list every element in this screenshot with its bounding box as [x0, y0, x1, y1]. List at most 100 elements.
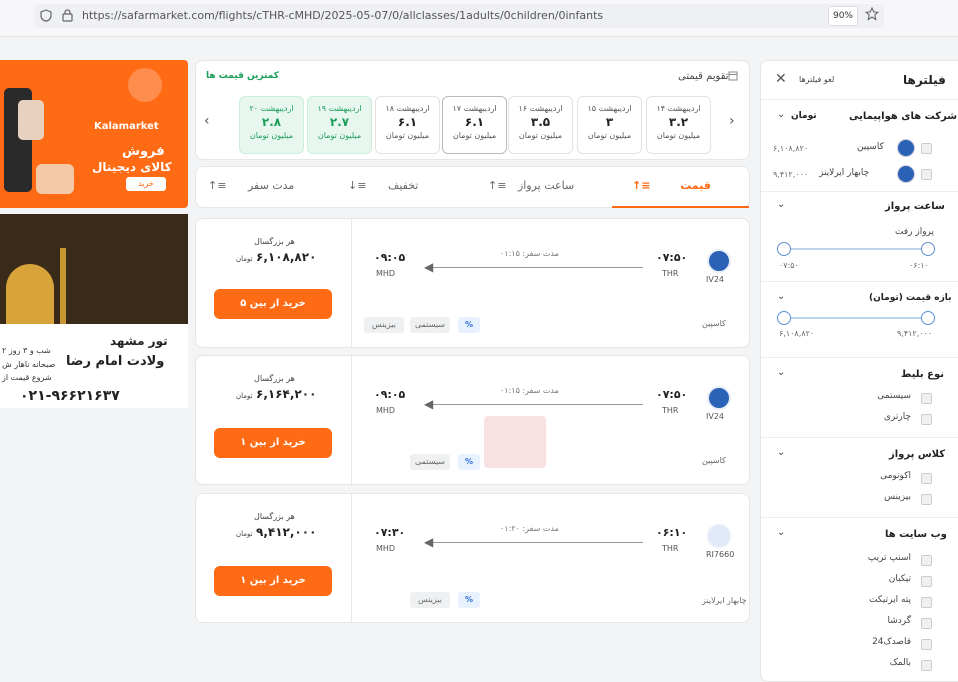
calendar-day-unit: میلیون تومان	[656, 131, 701, 140]
divider	[761, 357, 958, 358]
filters-title: فیلترها	[903, 73, 946, 87]
calendar-day-price: ۶.۱	[464, 115, 485, 129]
chevron-down-icon: ⌄	[291, 328, 301, 339]
chevron-down-icon[interactable]: ⌄	[777, 109, 785, 120]
calendar-day-unit: میلیون تومان	[518, 131, 563, 140]
time-slider-max-handle[interactable]	[921, 242, 935, 256]
time-slider-min-handle[interactable]	[777, 242, 791, 256]
ticket-filter-title[interactable]: نوع بلیط	[901, 369, 944, 380]
calendar-day[interactable]: ۱۸ اردیبهشت ۶.۱ میلیون تومان	[375, 96, 440, 154]
calendar-day[interactable]: ۱۵ اردیبهشت ۳ میلیون تومان	[577, 96, 642, 154]
price-filter-title[interactable]: بازه قیمت (تومان)	[869, 293, 952, 303]
airline-logo	[897, 139, 915, 157]
clear-filters[interactable]: لغو فیلترها	[799, 75, 834, 84]
calendar-day-date: ۱۹ اردیبهشت	[317, 104, 362, 113]
close-icon[interactable]: ✕	[775, 71, 787, 87]
chevron-right-icon[interactable]: ›	[729, 113, 735, 129]
airlines-filter-title[interactable]: شرکت های هواپیمایی	[849, 111, 957, 122]
price-max: ۹,۴۱۲,۰۰۰	[897, 329, 933, 338]
airline-logo	[707, 249, 731, 273]
time-max: ۰۶:۱۰	[909, 261, 929, 270]
filter-checkbox[interactable]	[921, 494, 932, 505]
buy-button[interactable]: خرید از بین ۱ وبسایت ⌄	[214, 428, 332, 478]
chevron-down-icon[interactable]: ⌄	[777, 527, 785, 538]
divider	[761, 437, 958, 438]
route-line	[430, 404, 643, 405]
tour-phone[interactable]: ۰۲۱-۹۶۶۲۱۶۳۷	[20, 388, 120, 404]
chevron-left-icon[interactable]: ‹	[204, 113, 210, 129]
airline-checkbox[interactable]	[921, 143, 932, 154]
departure-time: ۰۷:۵۰	[656, 388, 688, 401]
filter-checkbox[interactable]	[921, 393, 932, 404]
sort-discount-tab[interactable]: ↓≡ تخفیف	[348, 179, 418, 192]
chevron-down-icon[interactable]: ⌄	[777, 447, 785, 458]
arrival-time: ۰۹:۰۵	[374, 251, 406, 264]
ad-buy-button[interactable]: خرید	[126, 177, 166, 191]
calendar-day-unit: میلیون تومان	[385, 131, 430, 140]
flight-card[interactable]: IV24 ۰۷:۵۰ THR ◀ مدت سفر: ۰۱:۱۵ ۰۹:۰۵ MHD کاسپی…	[195, 355, 750, 485]
class-filter-title[interactable]: کلاس پرواز	[889, 449, 945, 460]
filter-option-label: چارتری	[883, 412, 911, 422]
flight-card[interactable]: IV24 ۰۷:۵۰ THR ◀ مدت سفر: ۰۱:۱۵ ۰۹:۰۵ MHD کاسپی…	[195, 218, 750, 348]
calendar-day-date: ۱۸ اردیبهشت	[385, 104, 430, 113]
filter-checkbox[interactable]	[921, 555, 932, 566]
browser-toolbar: https://safarmarket.com/flights/cTHR-cMH…	[0, 0, 958, 37]
price-slider-track[interactable]	[783, 317, 929, 319]
flight-duration: مدت سفر: ۰۱:۱۵	[500, 249, 559, 258]
time-slider-track[interactable]	[783, 248, 929, 250]
outbound-label: پرواز رفت	[895, 227, 935, 237]
discount-icon[interactable]: %	[458, 317, 480, 333]
chevron-down-icon[interactable]: ⌄	[777, 199, 785, 210]
calendar-day-price: ۲.۸	[261, 115, 282, 129]
filter-checkbox[interactable]	[921, 597, 932, 608]
filter-checkbox[interactable]	[921, 618, 932, 629]
sort-duration-tab[interactable]: ↑≡ مدت سفر	[208, 179, 294, 192]
filter-option-label: سیستمی	[877, 391, 911, 401]
filter-checkbox[interactable]	[921, 473, 932, 484]
discount-icon[interactable]: %	[458, 592, 480, 608]
card-divider	[351, 219, 352, 347]
discount-icon[interactable]: %	[458, 454, 480, 470]
kalamarket-ad[interactable]: Kalamarket فروش کالای دیجیتال خرید	[0, 60, 188, 208]
sort-time-tab[interactable]: ↑≡ ساعت پرواز	[488, 179, 574, 192]
brand-circle	[128, 68, 162, 102]
star-icon[interactable]	[865, 7, 879, 21]
cheapest-label: کمترین قیمت ها	[206, 71, 280, 81]
flight-tag: سیستمی	[410, 317, 450, 333]
sort-price-tab[interactable]: ↑≡ قیمت	[632, 179, 711, 192]
divider	[761, 517, 958, 518]
calendar-day[interactable]: ۲۰ اردیبهشت ۲.۸ میلیون تومان	[239, 96, 304, 154]
price-slider-min-handle[interactable]	[777, 311, 791, 325]
time-filter-title[interactable]: ساعت پرواز	[885, 201, 945, 212]
sort-down-icon: ↓≡	[348, 179, 370, 192]
price-slider-max-handle[interactable]	[921, 311, 935, 325]
mashhad-tour-ad[interactable]: تور مشهد ولادت امام رضا ۲ شب و ۳ روز صبح…	[0, 214, 188, 408]
phone-image-2	[18, 100, 44, 140]
zoom-level[interactable]: 90%	[828, 6, 858, 26]
airline-checkbox[interactable]	[921, 169, 932, 180]
calendar-day-price: ۳	[605, 115, 614, 129]
filter-checkbox[interactable]	[921, 639, 932, 650]
calendar-day[interactable]: ۱۷ اردیبهشت ۶.۱ میلیون تومان	[442, 96, 507, 154]
buy-button[interactable]: خرید از بین ۵ وبسایت ⌄	[214, 289, 332, 339]
ad-line2: کالای دیجیتال	[92, 160, 172, 174]
calendar-day-date: ۲۰ اردیبهشت	[249, 104, 294, 113]
calendar-day-unit: میلیون تومان	[587, 131, 632, 140]
filter-option-label: قاصدک24	[872, 637, 911, 647]
filter-checkbox[interactable]	[921, 414, 932, 425]
filter-checkbox[interactable]	[921, 576, 932, 587]
chevron-down-icon[interactable]: ⌄	[777, 367, 785, 378]
chevron-down-icon[interactable]: ⌄	[777, 291, 785, 302]
per-adult-label: هر بزرگسال	[254, 237, 295, 246]
flight-card[interactable]: RI7660 ۰۶:۱۰ THR ◀ مدت سفر: ۰۱:۲۰ ۰۷:۳۰ MHD چاب…	[195, 493, 750, 623]
calendar-day-unit: میلیون تومان	[249, 131, 294, 140]
calendar-day[interactable]: ۱۴ اردیبهشت ۳.۲ میلیون تومان	[646, 96, 711, 154]
filter-checkbox[interactable]	[921, 660, 932, 671]
sites-filter-title[interactable]: وب سایت ها	[885, 529, 947, 540]
calendar-day[interactable]: ۱۶ اردیبهشت ۳.۵ میلیون تومان	[508, 96, 573, 154]
buy-button[interactable]: خرید از بین ۱ وبسایت ⌄	[214, 566, 332, 616]
filter-option-label: بیزینس	[884, 492, 911, 502]
calendar-day[interactable]: ۱۹ اردیبهشت ۲.۷ میلیون تومان	[307, 96, 372, 154]
url-text[interactable]: https://safarmarket.com/flights/cTHR-cMH…	[82, 9, 603, 22]
departure-airport: THR	[662, 269, 679, 278]
